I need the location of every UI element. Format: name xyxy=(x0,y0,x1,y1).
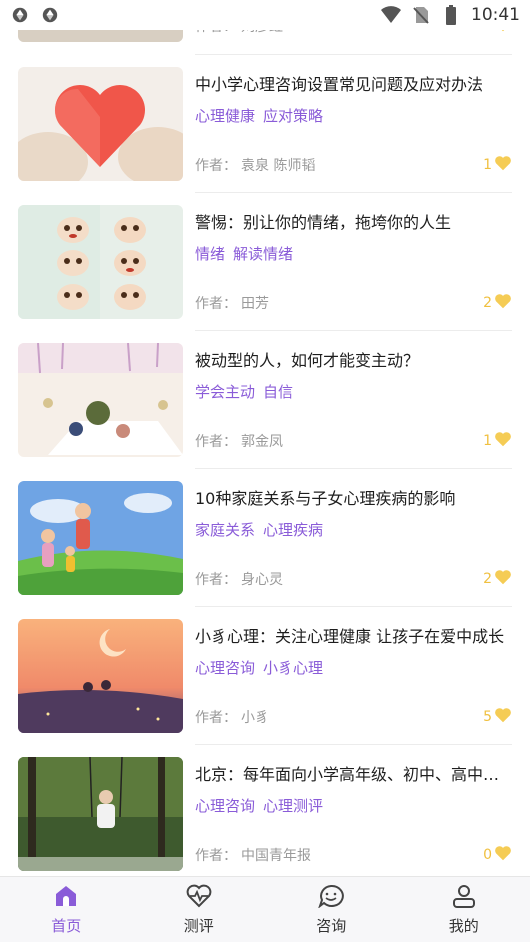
article-tags: 学会主动 自信 xyxy=(195,381,293,402)
like-count[interactable]: 2 xyxy=(483,293,512,313)
heart-icon xyxy=(494,431,512,451)
article-thumbnail xyxy=(18,343,183,457)
list-item[interactable]: 北京：每年面向小学高年级、初中、高中… 心理咨询 心理测评 作者： 中国青年报 0 xyxy=(18,757,512,876)
article-thumbnail xyxy=(18,757,183,871)
article-tags: 心理健康 应对策略 xyxy=(195,105,323,126)
article-tags: 心理咨询 小豸心理 xyxy=(195,657,323,678)
home-icon xyxy=(54,884,78,912)
heart-icon xyxy=(494,155,512,175)
heart-icon xyxy=(494,569,512,589)
article-title[interactable]: 中小学心理咨询设置常见问题及应对办法 xyxy=(195,71,515,95)
tag[interactable]: 解读情绪 xyxy=(233,243,293,264)
battery-icon xyxy=(441,5,461,25)
like-count[interactable]: 2 xyxy=(483,569,512,589)
nav-consult[interactable]: 咨询 xyxy=(265,877,398,942)
article-thumbnail xyxy=(18,67,183,181)
nav-profile[interactable]: 我的 xyxy=(398,877,530,942)
article-tags: 家庭关系 心理疾病 xyxy=(195,519,323,540)
article-author: 作者： 小豸 xyxy=(195,710,269,726)
heart-icon xyxy=(494,845,512,865)
bottom-nav: 首页 测评 咨询 我的 xyxy=(0,876,530,942)
article-title[interactable]: 警惕：别让你的情绪，拖垮你的人生 xyxy=(195,209,515,233)
sync-icon xyxy=(40,5,60,25)
tag[interactable]: 小豸心理 xyxy=(263,657,323,678)
status-bar: 10:41 xyxy=(0,0,530,30)
article-title[interactable]: 北京：每年面向小学高年级、初中、高中… xyxy=(195,761,515,785)
tag[interactable]: 心理咨询 xyxy=(195,795,255,816)
heart-icon xyxy=(494,707,512,727)
article-author: 作者： 袁泉 陈师韬 xyxy=(195,158,316,174)
list-item[interactable]: 小豸心理：关注心理健康 让孩子在爱中成长 心理咨询 小豸心理 作者： 小豸 5 xyxy=(18,619,512,757)
list-item[interactable]: 被动型的人，如何才能变主动？ 学会主动 自信 作者： 郭金凤 1 xyxy=(18,343,512,481)
like-count[interactable]: 0 xyxy=(483,845,512,865)
list-item[interactable]: 警惕：别让你的情绪，拖垮你的人生 情绪 解读情绪 作者： 田芳 2 xyxy=(18,205,512,343)
nav-home[interactable]: 首页 xyxy=(0,877,133,942)
article-author: 作者： 身心灵 xyxy=(195,572,283,588)
article-thumbnail xyxy=(18,619,183,733)
tag[interactable]: 情绪 xyxy=(195,243,225,264)
tag[interactable]: 应对策略 xyxy=(263,105,323,126)
clock: 10:41 xyxy=(471,5,520,25)
article-thumbnail xyxy=(18,481,183,595)
article-author: 作者： 郭金凤 xyxy=(195,434,283,450)
like-count[interactable]: 1 xyxy=(483,155,512,175)
tag[interactable]: 心理测评 xyxy=(263,795,323,816)
list-item[interactable]: 中小学心理咨询设置常见问题及应对办法 心理健康 应对策略 作者： 袁泉 陈师韬 1 xyxy=(18,67,512,205)
list-item[interactable]: 10种家庭关系与子女心理疾病的影响 家庭关系 心理疾病 作者： 身心灵 2 xyxy=(18,481,512,619)
article-title[interactable]: 被动型的人，如何才能变主动？ xyxy=(195,347,515,371)
article-tags: 心理咨询 心理测评 xyxy=(195,795,323,816)
tag[interactable]: 心理咨询 xyxy=(195,657,255,678)
like-count[interactable]: 5 xyxy=(483,707,512,727)
article-thumbnail xyxy=(18,205,183,319)
tag[interactable]: 心理疾病 xyxy=(263,519,323,540)
heart-icon xyxy=(494,293,512,313)
like-count[interactable]: 1 xyxy=(483,431,512,451)
nav-assessment[interactable]: 测评 xyxy=(133,877,266,942)
chat-smile-icon xyxy=(318,884,345,912)
tag[interactable]: 自信 xyxy=(263,381,293,402)
no-sim-icon xyxy=(411,5,431,25)
heart-pulse-icon xyxy=(186,884,212,912)
tag[interactable]: 心理健康 xyxy=(195,105,255,126)
tag[interactable]: 家庭关系 xyxy=(195,519,255,540)
article-author: 作者： 中国青年报 xyxy=(195,848,311,864)
user-icon xyxy=(452,884,476,912)
article-title[interactable]: 10种家庭关系与子女心理疾病的影响 xyxy=(195,485,515,509)
article-author: 作者： 田芳 xyxy=(195,296,269,312)
wifi-icon xyxy=(381,5,401,25)
sync-icon xyxy=(10,5,30,25)
article-list[interactable]: 作者：刘彦虹 2 中小学心理咨询设置常见问题及应对办法 心理健康应对策略 作者：… xyxy=(0,0,530,876)
tag[interactable]: 学会主动 xyxy=(195,381,255,402)
article-tags: 情绪 解读情绪 xyxy=(195,243,293,264)
article-title[interactable]: 小豸心理：关注心理健康 让孩子在爱中成长 xyxy=(195,623,515,647)
